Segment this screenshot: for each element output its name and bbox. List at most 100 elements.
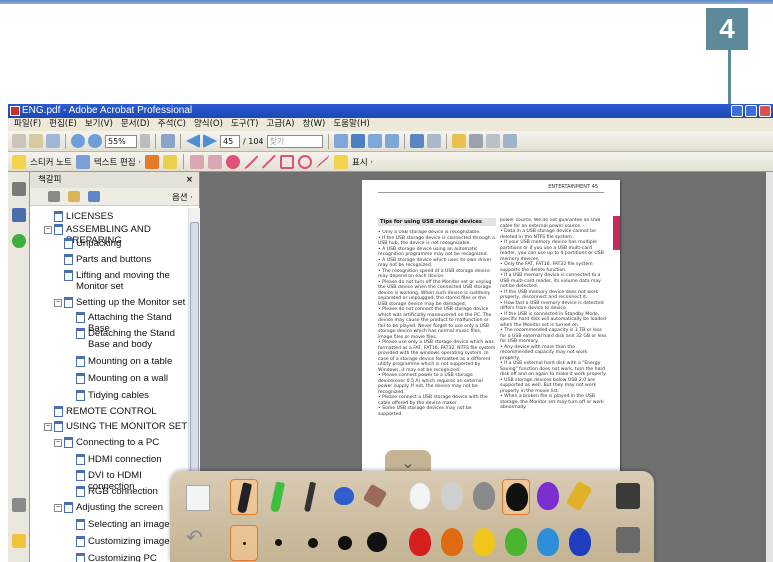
- collapse-icon[interactable]: −: [54, 504, 62, 512]
- text-edit-label[interactable]: 텍스트 편집 ·: [94, 156, 141, 168]
- paint-yellow-button[interactable]: [470, 525, 498, 561]
- paint-green-button[interactable]: [502, 525, 530, 561]
- search-field[interactable]: 찾기: [266, 134, 323, 148]
- oval-tool-icon[interactable]: [298, 154, 313, 169]
- menu-edit[interactable]: 편집(E): [45, 118, 81, 131]
- document-scrollbar[interactable]: [766, 172, 773, 562]
- collapse-icon[interactable]: −: [54, 439, 62, 447]
- paint-light-gray-button[interactable]: [438, 479, 466, 515]
- arrow-tool-icon[interactable]: [244, 154, 259, 169]
- collapse-icon[interactable]: −: [54, 299, 62, 307]
- comments-icon[interactable]: [12, 534, 26, 548]
- bookmark-item[interactable]: − Adjusting the screen: [54, 502, 163, 513]
- zoom-field[interactable]: 55%: [105, 134, 137, 148]
- new-bookmark-icon[interactable]: [68, 191, 80, 202]
- paint-gray-button[interactable]: [470, 479, 498, 515]
- zoom-in-icon[interactable]: [88, 134, 102, 148]
- black-marker-button[interactable]: [230, 479, 258, 515]
- highlight-icon[interactable]: [163, 154, 178, 169]
- bookmark-item[interactable]: − USING THE MONITOR SET: [44, 421, 187, 432]
- edit-icon[interactable]: [426, 134, 441, 148]
- bookmark-item[interactable]: Lifting and moving the Monitor set: [64, 270, 184, 292]
- menu-comments[interactable]: 주석(C): [154, 118, 190, 131]
- paint-purple-button[interactable]: [534, 479, 562, 515]
- bookmark-item[interactable]: Parts and buttons: [64, 254, 151, 265]
- bookmark-item[interactable]: LICENSES: [54, 211, 113, 222]
- maximize-button[interactable]: [745, 105, 757, 117]
- menu-document[interactable]: 문서(D): [117, 118, 154, 131]
- expand-bookmark-icon[interactable]: [88, 191, 100, 202]
- sticky-note-icon[interactable]: [12, 154, 26, 169]
- bookmark-item[interactable]: Mounting on a wall: [76, 373, 168, 384]
- bookmark-item[interactable]: Detaching the Stand Base and body: [76, 328, 186, 350]
- paint-red-button[interactable]: [406, 525, 434, 561]
- delete-bookmark-icon[interactable]: [48, 191, 60, 202]
- paint-light-blue-button[interactable]: [534, 525, 562, 561]
- bookmark-item[interactable]: REMOTE CONTROL: [54, 406, 157, 417]
- menu-advanced[interactable]: 고급(A): [262, 118, 298, 131]
- line-tool-icon[interactable]: [262, 154, 277, 169]
- size-medium-button[interactable]: [298, 525, 326, 561]
- help-icon[interactable]: [12, 234, 26, 248]
- collapse-icon[interactable]: −: [44, 423, 52, 431]
- attachments-icon[interactable]: [12, 498, 26, 512]
- rectangle-tool-icon[interactable]: [280, 154, 295, 169]
- textbox-tool-icon[interactable]: [208, 154, 223, 169]
- sticky-note-label[interactable]: 스티커 노트: [30, 156, 72, 168]
- custom-color-button[interactable]: [565, 479, 594, 515]
- tools-icon[interactable]: [409, 134, 424, 148]
- show-label[interactable]: 표시 ·: [352, 156, 373, 168]
- hand-tool-icon[interactable]: [29, 134, 43, 148]
- stamp-icon[interactable]: [145, 154, 160, 169]
- green-highlighter-button[interactable]: [264, 479, 292, 515]
- blue-ink-button[interactable]: [330, 479, 358, 515]
- page-number-field[interactable]: 45: [220, 134, 240, 148]
- bookmark-item[interactable]: − Setting up the Monitor set: [54, 297, 185, 308]
- size-smallest-button[interactable]: [230, 525, 258, 561]
- zoom-dropdown-icon[interactable]: [140, 134, 150, 148]
- paint-black-button[interactable]: [502, 479, 530, 515]
- two-up-icon[interactable]: [384, 134, 399, 148]
- minimize-button[interactable]: [731, 105, 743, 117]
- menu-view[interactable]: 보기(V): [81, 118, 117, 131]
- black-pen-button[interactable]: [298, 479, 326, 515]
- collapse-icon[interactable]: −: [44, 226, 52, 234]
- bookmark-item[interactable]: Unpacking: [64, 238, 121, 249]
- menu-help[interactable]: 도움말(H): [329, 118, 373, 131]
- email-icon[interactable]: [502, 134, 517, 148]
- bookmark-item[interactable]: Tidying cables: [76, 390, 149, 401]
- cloud-tool-icon[interactable]: [226, 154, 241, 169]
- menu-window[interactable]: 창(W): [299, 118, 330, 131]
- menu-tools[interactable]: 도구(T): [227, 118, 262, 131]
- bookmark-item[interactable]: − Connecting to a PC: [54, 437, 159, 448]
- size-largest-button[interactable]: [362, 525, 390, 561]
- undo-icon[interactable]: ↶: [186, 527, 210, 553]
- size-small-button[interactable]: [264, 525, 292, 561]
- print-icon[interactable]: [468, 134, 483, 148]
- open-folder-icon[interactable]: [451, 134, 466, 148]
- single-page-icon[interactable]: [333, 134, 348, 148]
- fit-page-icon[interactable]: [350, 134, 365, 148]
- zoom-out-icon[interactable]: [71, 134, 85, 148]
- text-edit-icon[interactable]: [75, 154, 90, 169]
- zoom-tool-icon[interactable]: [46, 134, 60, 148]
- new-page-icon[interactable]: [186, 485, 210, 511]
- bookmarks-options[interactable]: 옵션 ·: [172, 191, 193, 203]
- print-drawing-icon[interactable]: [616, 527, 640, 553]
- paint-blue-button[interactable]: [566, 525, 594, 561]
- menu-file[interactable]: 파일(F): [10, 118, 45, 131]
- select-tool-icon[interactable]: [12, 134, 26, 148]
- callout-tool-icon[interactable]: [190, 154, 205, 169]
- pencil-tool-icon[interactable]: [316, 154, 331, 169]
- show-icon[interactable]: [334, 154, 349, 169]
- snapshot-icon[interactable]: [161, 134, 175, 148]
- bookmark-item[interactable]: Mounting on a table: [76, 356, 172, 367]
- next-page-icon[interactable]: [203, 134, 217, 148]
- bookmarks-icon[interactable]: [12, 208, 26, 222]
- close-button[interactable]: [759, 105, 771, 117]
- pages-icon[interactable]: [12, 182, 26, 196]
- save-drawing-icon[interactable]: [616, 483, 640, 509]
- save-icon[interactable]: [485, 134, 500, 148]
- panel-close-icon[interactable]: ×: [186, 172, 193, 188]
- menu-forms[interactable]: 양식(O): [190, 118, 227, 131]
